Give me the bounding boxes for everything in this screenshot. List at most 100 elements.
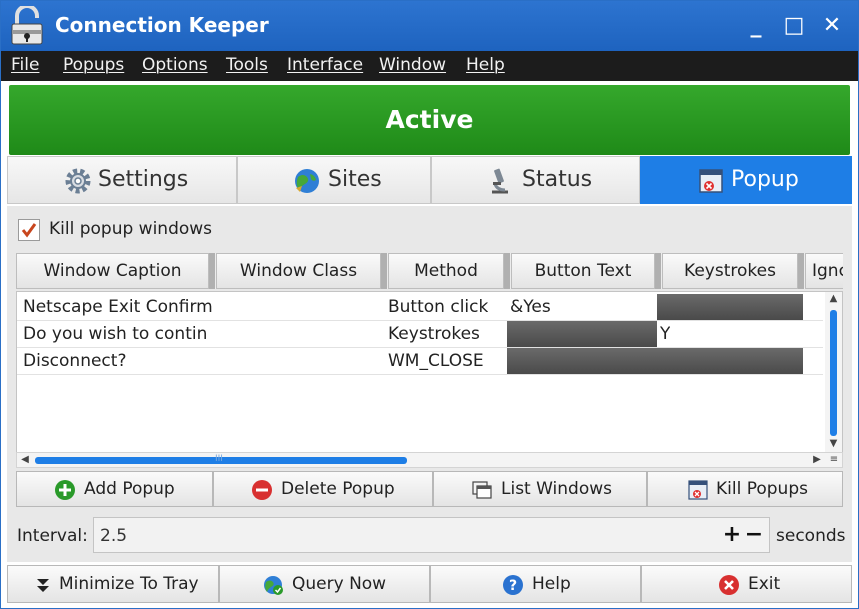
column-separator[interactable] bbox=[798, 253, 804, 289]
interval-unit: seconds bbox=[776, 526, 846, 546]
exit-button[interactable]: Exit bbox=[641, 565, 852, 603]
table-row[interactable]: Disconnect? WM_CLOSE bbox=[17, 348, 823, 375]
menu-tools[interactable]: Tools bbox=[226, 55, 268, 75]
scroll-grip: III bbox=[215, 454, 223, 464]
column-window-caption[interactable]: Window Caption bbox=[16, 253, 209, 289]
scroll-left-arrow-icon[interactable]: ◀ bbox=[18, 453, 32, 467]
kill-popup-label: Kill popup windows bbox=[49, 219, 213, 239]
popup-panel: Kill popup windows Window Caption Window… bbox=[7, 206, 852, 562]
scroll-right-arrow-icon[interactable]: ▶ bbox=[810, 453, 824, 467]
status-text: Active bbox=[385, 105, 474, 134]
increment-button[interactable]: + bbox=[722, 522, 742, 548]
cell-method: Keystrokes bbox=[388, 324, 480, 344]
column-menu-icon[interactable]: ≡ bbox=[827, 453, 841, 467]
cell-caption: Do you wish to contin bbox=[23, 324, 208, 344]
exit-icon bbox=[719, 575, 739, 595]
menu-file[interactable]: File bbox=[11, 55, 39, 75]
minimize-button[interactable]: _ bbox=[741, 11, 771, 41]
column-separator[interactable] bbox=[381, 253, 387, 289]
cell-button-text: &Yes bbox=[510, 297, 551, 317]
help-label: Help bbox=[532, 574, 571, 594]
add-popup-label: Add Popup bbox=[84, 479, 175, 499]
tab-status[interactable]: Status bbox=[431, 156, 640, 204]
list-windows-button[interactable]: List Windows bbox=[433, 471, 647, 507]
menu-options[interactable]: Options bbox=[142, 55, 208, 75]
minimize-tray-icon bbox=[37, 579, 49, 592]
column-button-text[interactable]: Button Text bbox=[511, 253, 655, 289]
list-windows-label: List Windows bbox=[501, 479, 613, 499]
cell-caption: Disconnect? bbox=[23, 351, 127, 371]
status-banner: Active bbox=[9, 85, 850, 155]
kill-popup-checkbox[interactable] bbox=[18, 219, 40, 241]
cell-keystrokes: Y bbox=[660, 324, 671, 344]
exit-label: Exit bbox=[748, 574, 781, 594]
query-globe-icon bbox=[264, 576, 283, 595]
tab-popup[interactable]: Popup bbox=[640, 156, 852, 204]
table-row[interactable]: Do you wish to contin Keystrokes Y bbox=[17, 321, 823, 348]
query-now-button[interactable]: Query Now bbox=[219, 565, 430, 603]
scroll-up-arrow-icon[interactable]: ▲ bbox=[825, 292, 842, 306]
column-method[interactable]: Method bbox=[388, 253, 504, 289]
list-windows-icon bbox=[472, 481, 492, 499]
menu-popups[interactable]: Popups bbox=[63, 55, 124, 75]
decrement-button[interactable]: − bbox=[744, 522, 764, 548]
tab-status-label: Status bbox=[522, 167, 593, 192]
kill-popups-button[interactable]: Kill Popups bbox=[647, 471, 843, 507]
help-button[interactable]: ? Help bbox=[430, 565, 641, 603]
vertical-scrollbar[interactable]: ▲ ▼ bbox=[825, 292, 842, 452]
globe-icon bbox=[295, 169, 319, 193]
cell-keystrokes-disabled bbox=[657, 294, 803, 320]
menu-help[interactable]: Help bbox=[466, 55, 505, 75]
menu-interface[interactable]: Interface bbox=[287, 55, 363, 75]
tab-settings-label: Settings bbox=[98, 167, 189, 192]
delete-popup-button[interactable]: Delete Popup bbox=[213, 471, 433, 507]
interval-field[interactable]: 2.5 + − bbox=[93, 517, 770, 553]
kill-popups-label: Kill Popups bbox=[716, 479, 808, 499]
microscope-icon bbox=[492, 168, 508, 194]
checkmark-icon bbox=[21, 223, 37, 238]
table-row[interactable]: Netscape Exit Confirm Button click &Yes bbox=[17, 294, 823, 321]
tab-settings[interactable]: Settings bbox=[7, 156, 237, 204]
column-keystrokes[interactable]: Keystrokes bbox=[662, 253, 798, 289]
tab-popup-label: Popup bbox=[731, 167, 799, 192]
popup-grid-header: Window Caption Window Class Method Butto… bbox=[16, 253, 843, 289]
cell-caption: Netscape Exit Confirm bbox=[23, 297, 213, 317]
query-now-label: Query Now bbox=[292, 574, 387, 594]
gear-icon bbox=[65, 168, 91, 194]
add-popup-button[interactable]: Add Popup bbox=[16, 471, 213, 507]
title-bar[interactable]: Connection Keeper _ □ ✕ bbox=[1, 1, 858, 51]
tab-sites[interactable]: Sites bbox=[237, 156, 431, 204]
popup-grid[interactable]: Netscape Exit Confirm Button click &Yes … bbox=[16, 291, 843, 453]
vertical-scroll-thumb[interactable] bbox=[830, 310, 837, 436]
menu-bar: File Popups Options Tools Interface Wind… bbox=[1, 51, 858, 81]
popup-window-icon bbox=[699, 169, 723, 193]
column-ignore[interactable]: Ignc bbox=[805, 253, 843, 289]
cell-method: WM_CLOSE bbox=[388, 351, 484, 371]
interval-value: 2.5 bbox=[100, 526, 128, 546]
column-separator[interactable] bbox=[504, 253, 510, 289]
column-window-class[interactable]: Window Class bbox=[216, 253, 381, 289]
delete-icon bbox=[252, 480, 272, 500]
minimize-to-tray-label: Minimize To Tray bbox=[59, 574, 199, 594]
column-separator[interactable] bbox=[655, 253, 661, 289]
horizontal-scrollbar[interactable]: ◀ III ▶ ≡ bbox=[16, 452, 843, 468]
app-window: Connection Keeper _ □ ✕ File Popups Opti… bbox=[0, 0, 859, 609]
interval-label: Interval: bbox=[17, 526, 88, 546]
tab-sites-label: Sites bbox=[328, 167, 382, 192]
add-icon bbox=[55, 480, 75, 500]
svg-text:?: ? bbox=[509, 578, 517, 594]
scroll-down-arrow-icon[interactable]: ▼ bbox=[825, 437, 842, 451]
cell-method: Button click bbox=[388, 297, 489, 317]
main-tabs: Settings Sites Status Popup bbox=[7, 156, 852, 204]
delete-popup-label: Delete Popup bbox=[281, 479, 395, 499]
column-separator[interactable] bbox=[209, 253, 215, 289]
padlock-app-icon bbox=[11, 6, 43, 45]
menu-window[interactable]: Window bbox=[379, 55, 446, 75]
kill-popups-icon bbox=[688, 480, 708, 500]
cell-button-text-disabled bbox=[507, 321, 657, 347]
bottom-bar: Minimize To Tray Query Now ? Help Exit bbox=[7, 565, 852, 603]
close-button[interactable]: ✕ bbox=[817, 11, 847, 41]
minimize-to-tray-button[interactable]: Minimize To Tray bbox=[7, 565, 219, 603]
window-title: Connection Keeper bbox=[55, 13, 269, 37]
maximize-button[interactable]: □ bbox=[779, 11, 809, 41]
